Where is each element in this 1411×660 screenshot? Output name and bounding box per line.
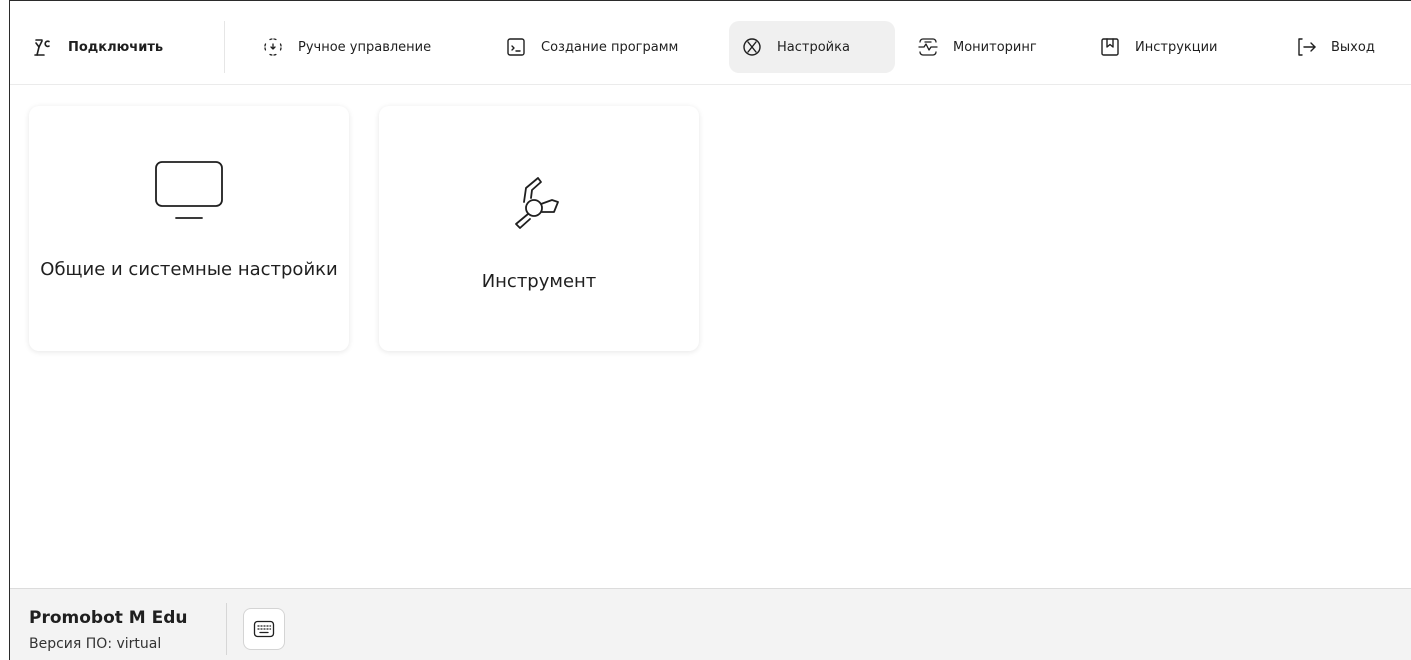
card-general-settings[interactable]: Общие и системные настройки xyxy=(29,106,349,351)
nav-program-creation[interactable]: Создание программ xyxy=(493,21,690,73)
card-general-settings-label: Общие и системные настройки xyxy=(40,259,338,280)
nav-logout[interactable]: Выход xyxy=(1283,21,1387,73)
keyboard-icon xyxy=(253,620,275,638)
terminal-icon xyxy=(505,36,527,58)
app-window: Подключить Ручное управление Создание пр… xyxy=(0,0,1411,660)
logout-icon xyxy=(1295,36,1317,58)
software-version: Версия ПО: virtual xyxy=(29,636,162,652)
monitoring-icon xyxy=(917,36,939,58)
nav-instructions[interactable]: Инструкции xyxy=(1087,21,1230,73)
connect-button[interactable]: Подключить xyxy=(20,21,175,73)
nav-program-creation-label: Создание программ xyxy=(541,39,679,55)
card-tool[interactable]: Инструмент xyxy=(379,106,699,351)
keyboard-button[interactable] xyxy=(243,608,285,650)
robot-arm-connect-icon xyxy=(32,36,54,58)
status-footer: Promobot M Edu Версия ПО: virtual xyxy=(10,588,1411,660)
settings-icon xyxy=(741,36,763,58)
connect-label: Подключить xyxy=(68,39,164,55)
top-navigation: Подключить Ручное управление Создание пр… xyxy=(10,1,1411,85)
nav-manual-control[interactable]: Ручное управление xyxy=(250,21,443,73)
nav-manual-control-label: Ручное управление xyxy=(298,39,432,55)
card-tool-label: Инструмент xyxy=(481,271,597,292)
monitor-icon xyxy=(154,160,224,222)
nav-settings-label: Настройка xyxy=(777,39,850,55)
manual-control-icon xyxy=(262,36,284,58)
bookmark-icon xyxy=(1099,36,1121,58)
device-name: Promobot M Edu xyxy=(29,608,188,628)
nav-instructions-label: Инструкции xyxy=(1135,39,1218,55)
nav-settings[interactable]: Настройка xyxy=(729,21,895,73)
robot-tool-icon xyxy=(504,172,574,234)
footer-divider xyxy=(226,603,227,655)
window-border-left xyxy=(9,0,10,660)
nav-monitoring[interactable]: Мониторинг xyxy=(905,21,1049,73)
nav-logout-label: Выход xyxy=(1331,39,1375,55)
nav-divider xyxy=(224,21,225,73)
nav-monitoring-label: Мониторинг xyxy=(953,39,1037,55)
